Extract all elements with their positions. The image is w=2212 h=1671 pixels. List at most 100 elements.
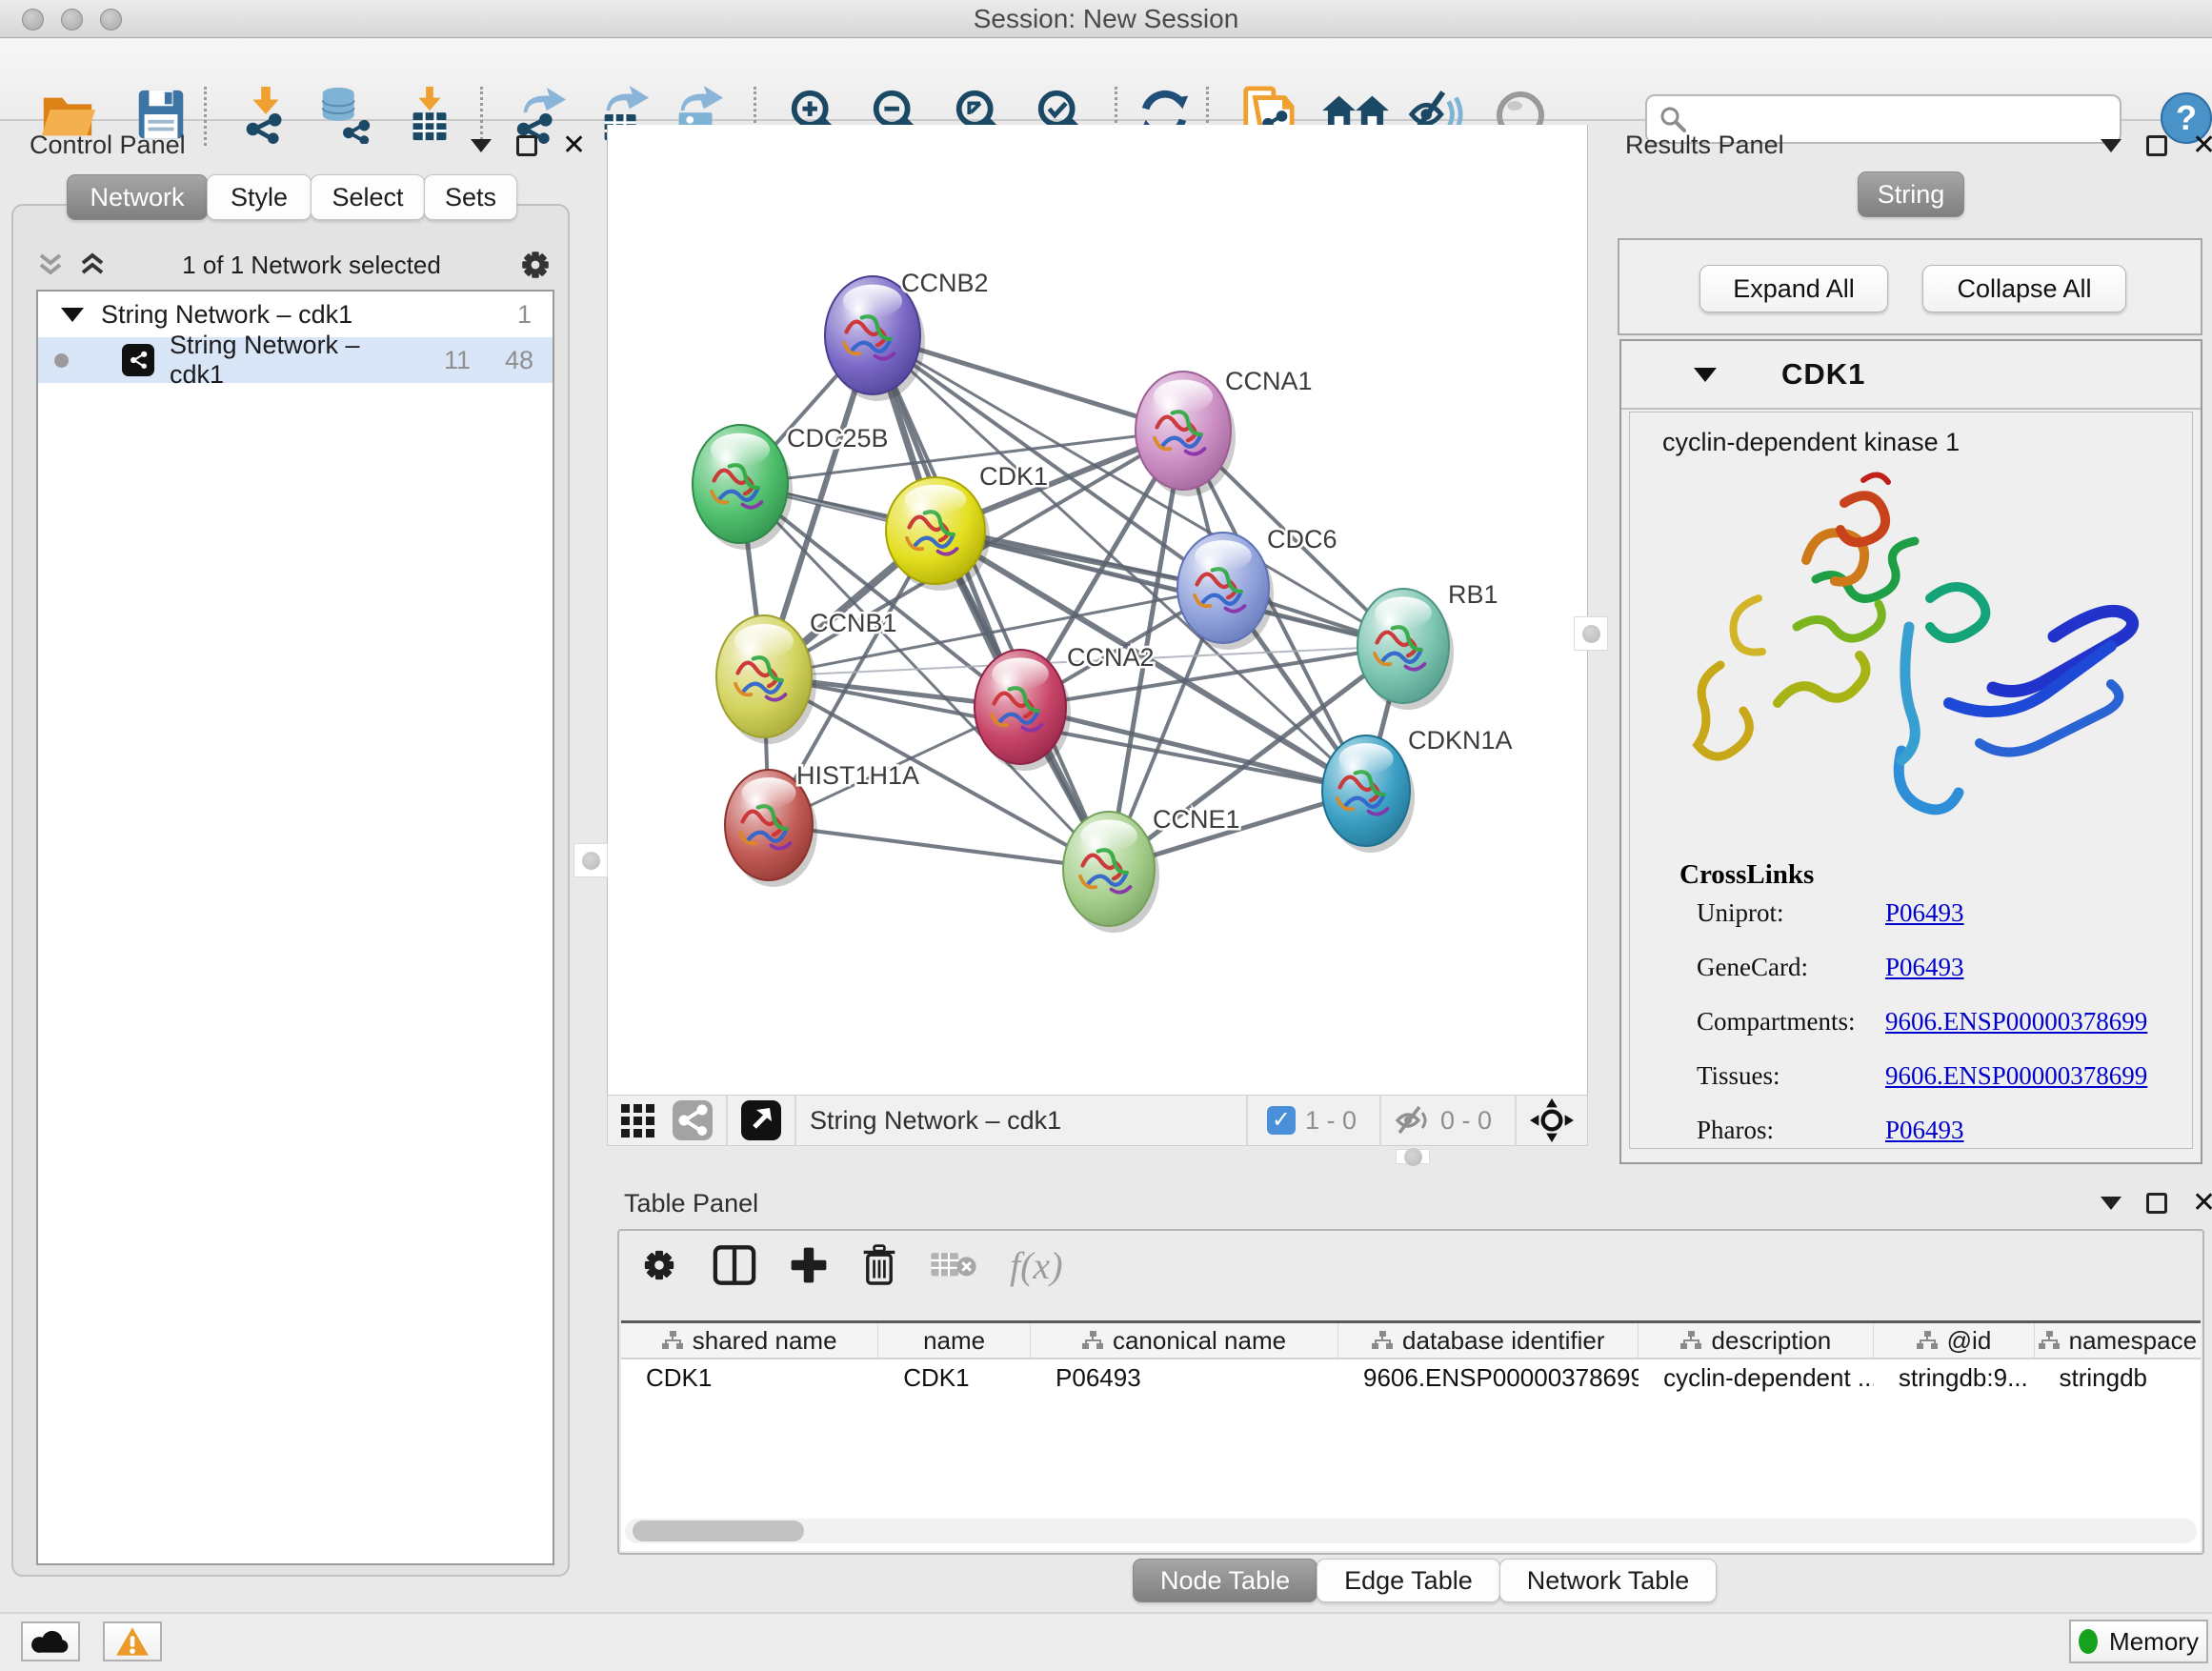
window-title: Session: New Session <box>0 0 2212 38</box>
maximize-panel-icon[interactable] <box>2146 135 2167 156</box>
delete-column-icon[interactable] <box>861 1244 897 1286</box>
float-panel-icon[interactable] <box>2101 139 2122 152</box>
memory-label: Memory <box>2109 1627 2199 1657</box>
maximize-panel-icon[interactable] <box>2146 1193 2167 1214</box>
tab-style[interactable]: Style <box>207 174 312 220</box>
memory-button[interactable]: Memory <box>2069 1620 2208 1663</box>
node-label-RB1: RB1 <box>1448 580 1498 609</box>
warnings-button[interactable] <box>103 1621 162 1661</box>
toolbar-separator <box>204 87 207 146</box>
tab-node-table[interactable]: Node Table <box>1133 1559 1317 1602</box>
expand-all-button[interactable]: Expand All <box>1699 265 1888 312</box>
selected-counts: 1 - 0 <box>1305 1106 1357 1136</box>
collapse-all-chevron-icon[interactable] <box>36 252 65 277</box>
left-splitter-handle[interactable] <box>573 843 608 877</box>
horizontal-splitter-handle[interactable] <box>1396 1149 1430 1164</box>
node-label-CCNA2: CCNA2 <box>1067 643 1155 672</box>
network-node-CCNE1[interactable] <box>1063 812 1159 933</box>
crosslink-label: Compartments: <box>1697 1007 1885 1037</box>
edge-count: 48 <box>471 346 533 375</box>
import-table-icon[interactable] <box>400 85 459 144</box>
import-network-icon[interactable] <box>236 85 295 144</box>
fit-selected-crosshair-icon[interactable] <box>1530 1098 1574 1142</box>
table-gear-icon[interactable] <box>638 1244 680 1286</box>
protein-details: cyclin-dependent kinase 1 <box>1629 412 2193 1149</box>
selected-checkbox[interactable]: ✓ <box>1267 1106 1296 1135</box>
horizontal-scrollbar[interactable] <box>625 1519 2197 1543</box>
tab-network[interactable]: Network <box>67 174 208 220</box>
scrollbar-thumb[interactable] <box>633 1520 804 1541</box>
network-row[interactable]: String Network – cdk1 11 48 <box>38 337 553 383</box>
memory-status-dot <box>2079 1629 2098 1654</box>
column-header[interactable]: namespace <box>2035 1323 2201 1358</box>
results-button-bar: Expand All Collapse All <box>1618 238 2202 335</box>
network-node-CCNB1[interactable] <box>716 615 816 744</box>
delete-table-icon[interactable] <box>930 1247 977 1283</box>
tissues-link[interactable]: 9606.ENSP00000378699 <box>1885 1061 2147 1091</box>
network-node-CCNA1[interactable] <box>1136 372 1236 496</box>
control-panel-controls: ✕ <box>471 135 586 156</box>
close-panel-icon[interactable]: ✕ <box>2192 135 2212 156</box>
float-panel-icon[interactable] <box>471 139 492 152</box>
tab-network-table[interactable]: Network Table <box>1499 1559 1718 1602</box>
protein-header-row[interactable]: CDK1 <box>1621 341 2201 410</box>
compartments-link[interactable]: 9606.ENSP00000378699 <box>1885 1007 2147 1037</box>
network-node-RB1[interactable] <box>1357 589 1454 710</box>
column-header[interactable]: canonical name <box>1031 1323 1338 1358</box>
column-header[interactable]: database identifier <box>1338 1323 1639 1358</box>
network-edge-HIST1H1A-CCNE1[interactable] <box>769 825 1109 869</box>
export-view-icon[interactable] <box>741 1100 781 1140</box>
tab-string[interactable]: String <box>1858 171 1964 217</box>
node-label-HIST1H1A: HIST1H1A <box>796 761 919 790</box>
cloud-button[interactable] <box>21 1621 80 1661</box>
table-panel-title: Table Panel <box>624 1189 758 1218</box>
node-label-CCNB2: CCNB2 <box>901 269 989 297</box>
close-panel-icon[interactable]: ✕ <box>562 135 586 156</box>
node-label-CCNB1: CCNB1 <box>810 609 897 637</box>
table-row[interactable]: CDK1 CDK1 P06493 9606.ENSP00000378699 cy… <box>621 1359 2201 1398</box>
import-network-from-database-icon[interactable] <box>314 85 373 144</box>
hidden-counts: 0 - 0 <box>1440 1106 1492 1136</box>
crosslink-row: GeneCard: P06493 <box>1697 953 2192 982</box>
tab-select[interactable]: Select <box>311 174 425 220</box>
show-columns-icon[interactable] <box>713 1244 756 1286</box>
network-node-CDC6[interactable] <box>1177 533 1274 650</box>
node-label-CDC25B: CDC25B <box>787 424 889 453</box>
column-header[interactable]: shared name <box>621 1323 878 1358</box>
column-header[interactable]: description <box>1639 1323 1874 1358</box>
collapse-protein-icon[interactable] <box>1694 368 1717 382</box>
table-panel-controls: ✕ <box>2101 1193 2212 1214</box>
search-input[interactable] <box>1687 105 2120 134</box>
column-header[interactable]: @id <box>1874 1323 2034 1358</box>
tab-edge-table[interactable]: Edge Table <box>1317 1559 1500 1602</box>
disclosure-triangle-icon[interactable] <box>61 308 84 322</box>
birdseye-view-icon[interactable] <box>619 1101 657 1139</box>
collection-count: 1 <box>517 300 532 330</box>
network-node-CDK1[interactable] <box>886 477 990 591</box>
network-status-dot <box>54 353 69 368</box>
protein-structure-image <box>1663 465 2159 846</box>
expand-all-chevron-icon[interactable] <box>78 252 107 277</box>
protein-result-card: CDK1 cyclin-dependent kinase 1 <box>1619 339 2202 1164</box>
column-header[interactable]: name <box>878 1323 1031 1358</box>
close-panel-icon[interactable]: ✕ <box>2192 1193 2212 1214</box>
uniprot-link[interactable]: P06493 <box>1885 898 1964 928</box>
gear-icon[interactable] <box>516 246 554 284</box>
cloud-icon <box>31 1628 70 1655</box>
pharos-link[interactable]: P06493 <box>1885 1116 1964 1145</box>
add-column-icon[interactable] <box>789 1245 829 1285</box>
network-node-CCNA2[interactable] <box>975 650 1071 771</box>
network-canvas[interactable]: CCNB2CCNA1CDC25BCDK1CDC6RB1CCNB1CCNA2CDK… <box>607 125 1588 1095</box>
hidden-eye-icon[interactable] <box>1395 1104 1431 1137</box>
right-splitter-handle[interactable] <box>1574 616 1608 651</box>
tab-sets[interactable]: Sets <box>424 174 517 220</box>
crosslink-row: Uniprot: P06493 <box>1697 898 2192 928</box>
crosslink-row: Compartments: 9606.ENSP00000378699 <box>1697 1007 2192 1037</box>
string-share-icon[interactable] <box>673 1100 713 1140</box>
float-panel-icon[interactable] <box>2101 1197 2122 1210</box>
genecard-link[interactable]: P06493 <box>1885 953 1964 982</box>
function-builder-icon[interactable]: f(x) <box>1010 1243 1063 1288</box>
collapse-all-button[interactable]: Collapse All <box>1922 265 2126 312</box>
network-node-CDKN1A[interactable] <box>1322 735 1415 853</box>
maximize-panel-icon[interactable] <box>516 135 537 156</box>
